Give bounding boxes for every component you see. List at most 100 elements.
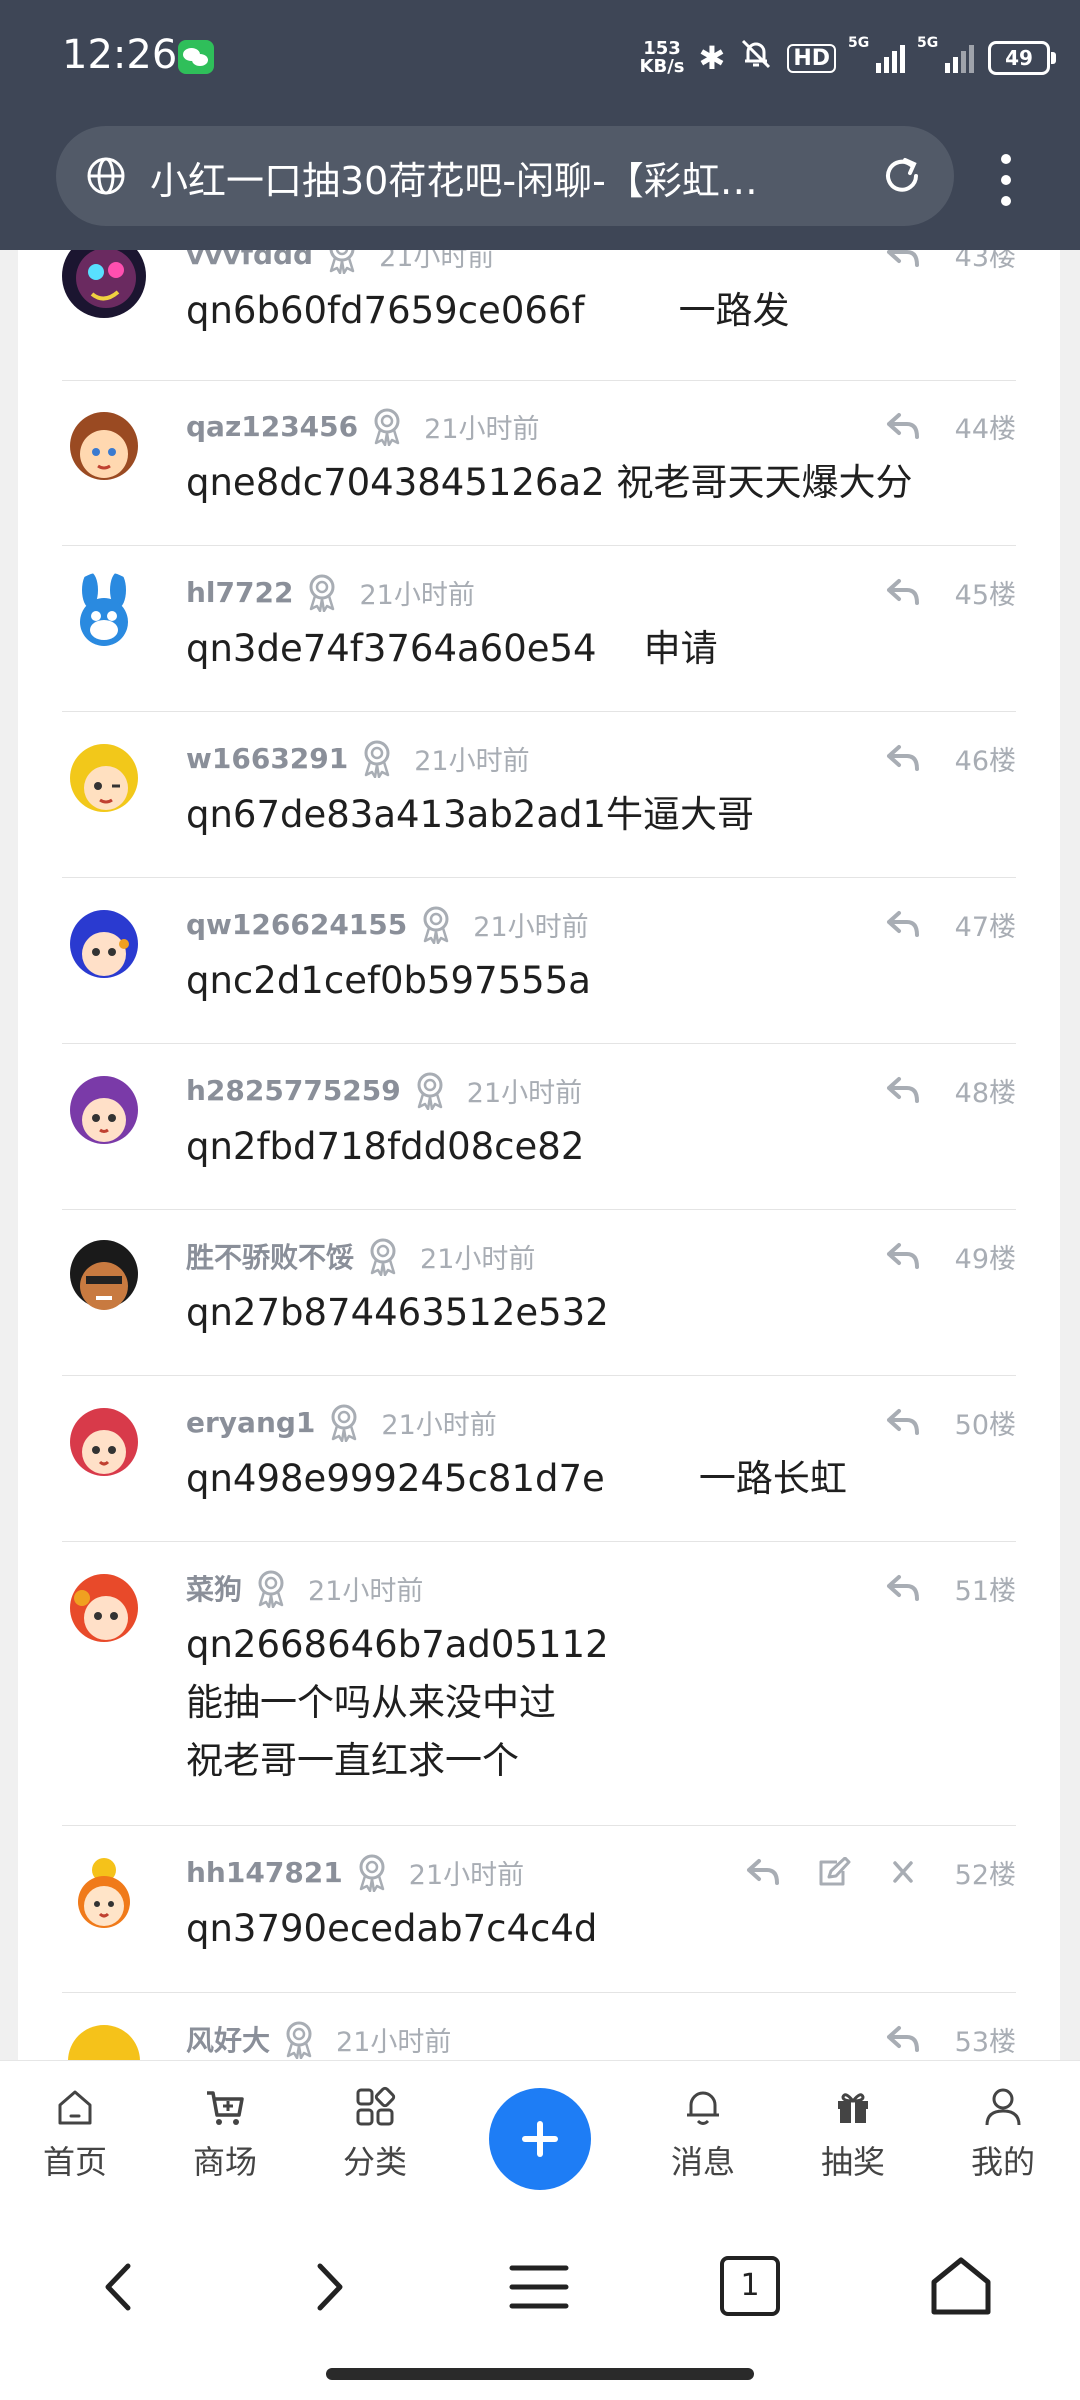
avatar[interactable] <box>62 1236 146 1320</box>
tabs-button[interactable]: 1 <box>720 2256 780 2316</box>
reply-icon[interactable] <box>885 411 921 441</box>
floor-number: 51楼 <box>954 1575 1016 1607</box>
menu-icon[interactable] <box>504 2252 574 2322</box>
avatar[interactable] <box>62 738 146 822</box>
username[interactable]: vvvfddd <box>186 250 313 271</box>
avatar[interactable] <box>62 1070 146 1154</box>
medal-icon <box>423 906 449 944</box>
reply-content: qnc2d1cef0b597555a <box>186 959 591 1002</box>
reply-content: qn498e999245c81d7e 一路长虹 <box>186 1457 847 1500</box>
signal-sim2-icon: 5G <box>917 35 974 73</box>
reply-item: qaz123456 21小时前 44楼 qne8dc7043845126a2 祝… <box>62 380 1016 546</box>
clock: 12:26 <box>62 32 178 78</box>
forward-icon[interactable] <box>294 2252 364 2322</box>
reload-icon[interactable] <box>880 154 924 198</box>
username[interactable]: qw126624155 <box>186 908 407 941</box>
username[interactable]: qaz123456 <box>186 410 358 443</box>
reply-content: qn67de83a413ab2ad1牛逼大哥 <box>186 793 755 836</box>
home-icon <box>58 2090 92 2125</box>
tab-home[interactable]: 首页 <box>20 2083 130 2183</box>
status-bar: 12:26 153 KB/s ✱ HD 5G 5G 49 <box>0 0 1080 120</box>
floor-number: 52楼 <box>954 1859 1016 1891</box>
reply-icon[interactable] <box>885 250 921 269</box>
bluetooth-icon: ✱ <box>698 39 726 77</box>
reply-icon[interactable] <box>885 2024 921 2054</box>
username[interactable]: 风好大 <box>186 2019 270 2059</box>
post-time: 21小时前 <box>381 1409 497 1441</box>
gesture-bar[interactable] <box>326 2368 754 2380</box>
reply-content: qn2668646b7ad05112 能抽一个吗从来没中过 祝老哥一直红求一个 <box>186 1623 609 1782</box>
username[interactable]: eryang1 <box>186 1406 315 1439</box>
bell-icon <box>687 2091 719 2125</box>
username[interactable]: 胜不骄败不馁 <box>186 1236 354 1276</box>
post-time: 21小时前 <box>414 745 530 777</box>
reply-icon[interactable] <box>745 1857 781 1887</box>
medal-icon <box>417 1072 443 1110</box>
tab-mine[interactable]: 我的 <box>948 2083 1058 2183</box>
username[interactable]: 菜狗 <box>186 1568 242 1608</box>
wechat-notification-icon <box>178 40 214 74</box>
avatar[interactable] <box>62 1402 146 1486</box>
reply-icon[interactable] <box>885 1241 921 1271</box>
avatar[interactable] <box>62 904 146 988</box>
back-icon[interactable] <box>84 2252 154 2322</box>
reply-content: qn3de74f3764a60e54 申请 <box>186 627 718 670</box>
edit-icon[interactable] <box>815 1857 851 1887</box>
create-post-button[interactable] <box>489 2088 591 2190</box>
medal-icon <box>364 740 390 778</box>
thread-replies: vvvfddd 21小时前 43楼 qn6b60fd7659ce066f 一路发… <box>18 250 1060 2060</box>
reply-icon[interactable] <box>885 1407 921 1437</box>
bell-muted-icon <box>739 37 773 79</box>
floor-number: 50楼 <box>954 1409 1016 1441</box>
post-time: 21小时前 <box>308 1575 424 1607</box>
reply-item: hh147821 21小时前 52楼 qn3790ecedab7c4c4d <box>62 1826 1016 1993</box>
medal-icon <box>331 1404 357 1442</box>
floor-number: 48楼 <box>954 1077 1016 1109</box>
reply-icon[interactable] <box>885 1573 921 1603</box>
reply-content: qn2fbd718fdd08ce82 <box>186 1125 585 1168</box>
home-icon[interactable] <box>926 2252 996 2322</box>
tab-lottery[interactable]: 抽奖 <box>798 2083 908 2183</box>
reply-icon[interactable] <box>885 577 921 607</box>
reply-icon[interactable] <box>885 909 921 939</box>
address-field[interactable]: 小红一口抽30荷花吧-闲聊-【彩虹… <box>56 126 954 226</box>
avatar[interactable] <box>62 572 146 656</box>
reply-item: vvvfddd 21小时前 43楼 qn6b60fd7659ce066f 一路发 <box>62 250 1016 381</box>
avatar[interactable] <box>62 2019 146 2060</box>
avatar[interactable] <box>62 1568 146 1652</box>
floor-number: 45楼 <box>954 579 1016 611</box>
bottom-navigation: 首页 商场 分类 消息 抽奖 我的 <box>0 2060 1080 2201</box>
tab-category[interactable]: 分类 <box>320 2083 430 2183</box>
avatar[interactable] <box>62 1852 146 1936</box>
network-speed: 153 KB/s <box>639 38 685 77</box>
globe-icon <box>87 157 125 195</box>
post-time: 21小时前 <box>359 579 475 611</box>
reply-item: hl7722 21小时前 45楼 qn3de74f3764a60e54 申请 <box>62 546 1016 712</box>
reply-content: qn3790ecedab7c4c4d <box>186 1907 598 1950</box>
hd-voice-icon: HD <box>787 43 836 73</box>
username[interactable]: hh147821 <box>186 1856 343 1889</box>
more-menu-icon[interactable] <box>996 148 1016 218</box>
floor-number: 46楼 <box>954 745 1016 777</box>
cart-icon <box>207 2091 244 2125</box>
post-time: 21小时前 <box>424 413 540 445</box>
tab-messages[interactable]: 消息 <box>648 2083 758 2183</box>
signal-sim1-icon: 5G <box>848 35 905 73</box>
reply-icon[interactable] <box>885 1075 921 1105</box>
username[interactable]: w1663291 <box>186 742 348 775</box>
browser-url-bar: 小红一口抽30荷花吧-闲聊-【彩虹… <box>0 120 1080 250</box>
username[interactable]: hl7722 <box>186 576 293 609</box>
tab-mall[interactable]: 商场 <box>170 2083 280 2183</box>
post-time: 21小时前 <box>408 1859 525 1891</box>
reply-content: qn6b60fd7659ce066f 一路发 <box>186 289 790 332</box>
reply-item: qw126624155 21小时前 47楼 qnc2d1cef0b597555a <box>62 878 1016 1044</box>
reply-icon[interactable] <box>885 743 921 773</box>
avatar[interactable] <box>62 406 146 490</box>
reply-item: 风好大 21小时前 53楼 <box>62 1993 1016 2060</box>
floor-number: 53楼 <box>954 2026 1016 2058</box>
close-icon[interactable] <box>885 1857 921 1887</box>
reply-item: eryang1 21小时前 50楼 qn498e999245c81d7e 一路长… <box>62 1376 1016 1542</box>
reply-content: qn27b874463512e532 <box>186 1291 609 1334</box>
username[interactable]: h2825775259 <box>186 1074 401 1107</box>
avatar[interactable] <box>62 250 146 318</box>
